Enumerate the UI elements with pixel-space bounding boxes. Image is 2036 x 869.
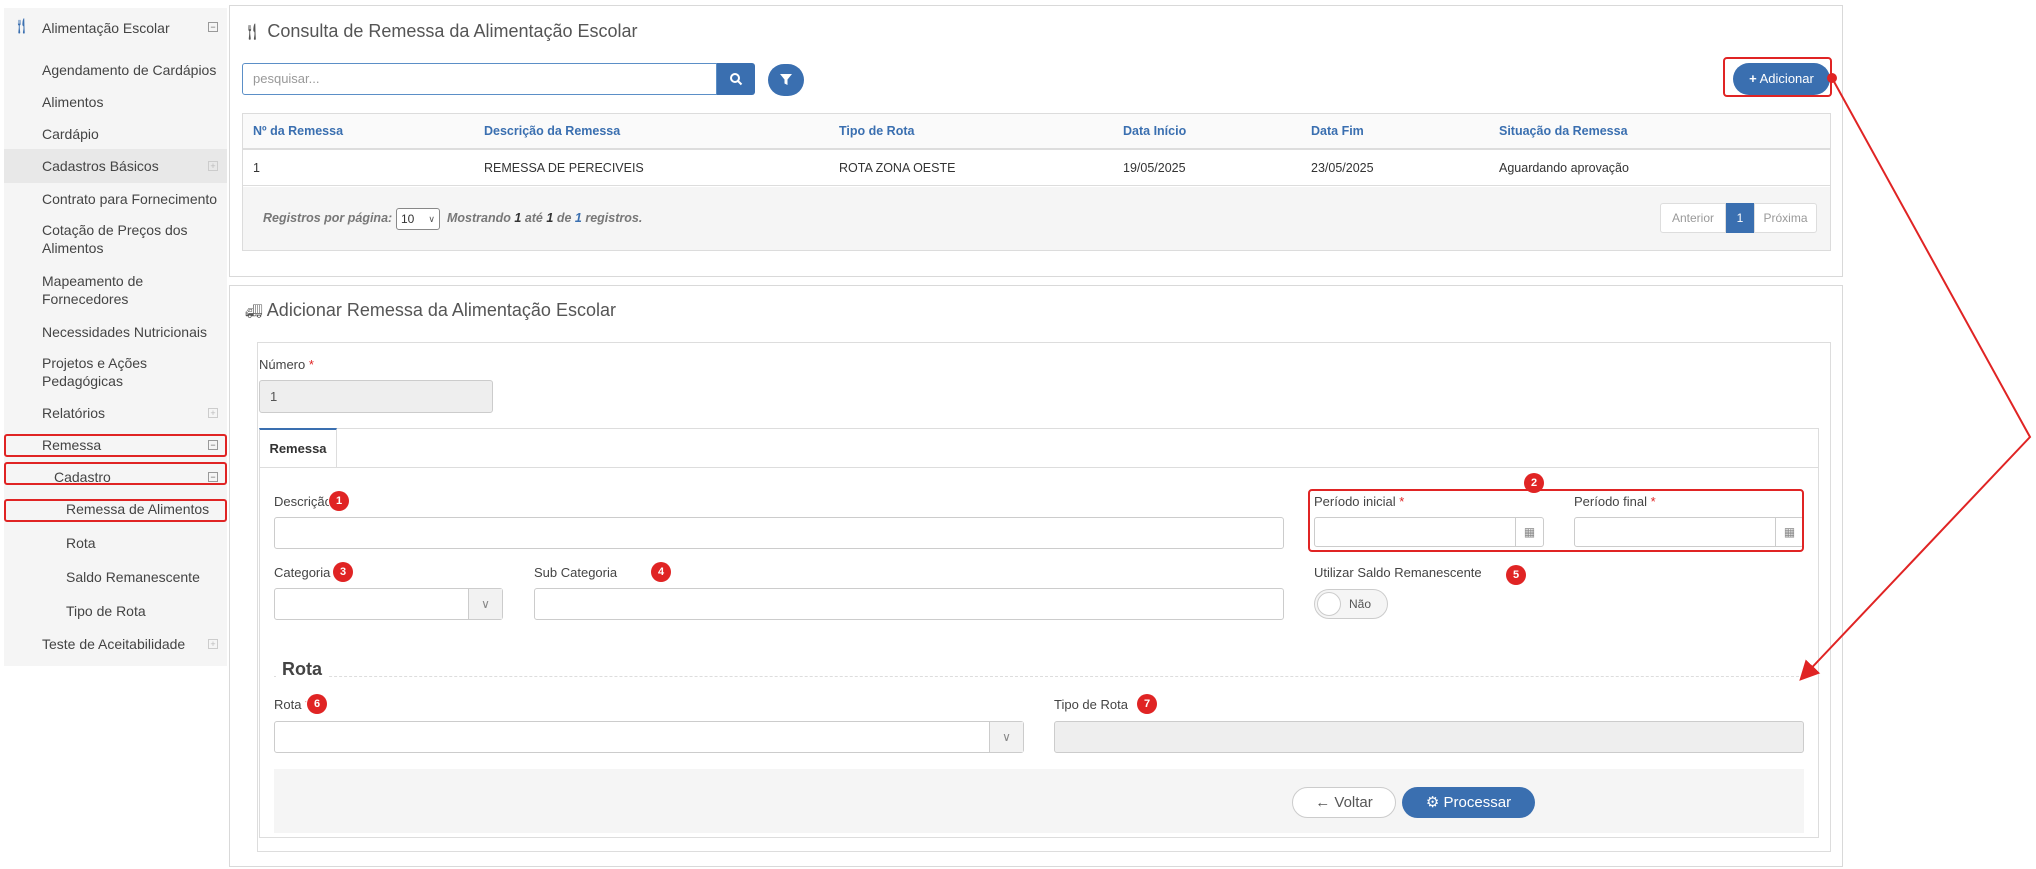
annotation-arrow [1799,73,2032,681]
